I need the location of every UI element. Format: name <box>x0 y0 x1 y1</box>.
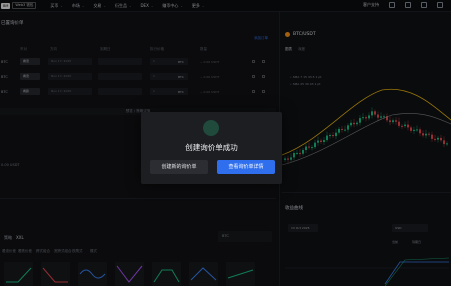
create-new-rfq-button[interactable]: 创建新的询价单 <box>150 160 208 174</box>
success-modal: 创建询价单成功 创建新的询价单 查看询价单详情 <box>141 112 282 184</box>
view-rfq-details-button[interactable]: 查看询价单详情 <box>217 160 275 174</box>
success-icon <box>203 120 219 136</box>
app-root: BM Web3 钱包 买币 市场 交易 衍生品 DEX 赚币中心 更多 客户支持… <box>0 0 451 286</box>
modal-title: 创建询价单成功 <box>185 143 238 152</box>
